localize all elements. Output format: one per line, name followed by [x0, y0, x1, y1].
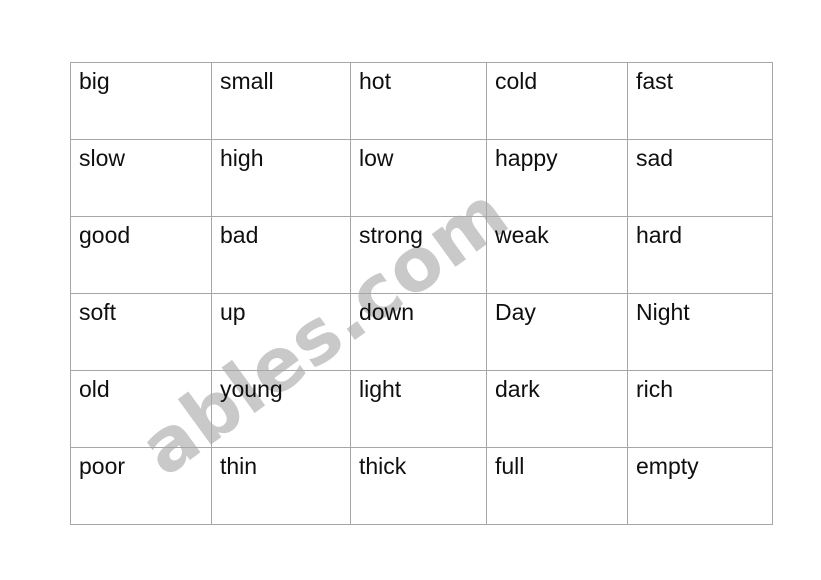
word-cell[interactable]: happy — [486, 139, 628, 217]
worksheet-page: ables.com big small hot cold fast slow h… — [0, 0, 821, 580]
word-cell[interactable]: bad — [211, 216, 351, 294]
word-cell[interactable]: thin — [211, 447, 351, 525]
opposites-word-table: big small hot cold fast slow high low ha… — [70, 62, 773, 525]
word-cell[interactable]: up — [211, 293, 351, 371]
word-cell[interactable]: empty — [627, 447, 773, 525]
word-cell[interactable]: cold — [486, 62, 628, 140]
word-cell[interactable]: high — [211, 139, 351, 217]
word-cell[interactable]: poor — [70, 447, 212, 525]
word-cell[interactable]: good — [70, 216, 212, 294]
word-cell[interactable]: big — [70, 62, 212, 140]
table-row: slow high low happy sad — [70, 139, 773, 217]
word-cell[interactable]: fast — [627, 62, 773, 140]
word-cell[interactable]: Night — [627, 293, 773, 371]
word-cell[interactable]: young — [211, 370, 351, 448]
word-cell[interactable]: Day — [486, 293, 628, 371]
word-cell[interactable]: small — [211, 62, 351, 140]
word-cell[interactable]: slow — [70, 139, 212, 217]
table-row: soft up down Day Night — [70, 293, 773, 371]
word-cell[interactable]: light — [350, 370, 487, 448]
word-cell[interactable]: strong — [350, 216, 487, 294]
table-row: big small hot cold fast — [70, 62, 773, 140]
word-cell[interactable]: full — [486, 447, 628, 525]
word-cell[interactable]: sad — [627, 139, 773, 217]
word-cell[interactable]: rich — [627, 370, 773, 448]
word-cell[interactable]: soft — [70, 293, 212, 371]
word-cell[interactable]: old — [70, 370, 212, 448]
word-cell[interactable]: hard — [627, 216, 773, 294]
word-cell[interactable]: down — [350, 293, 487, 371]
table-row: poor thin thick full empty — [70, 447, 773, 525]
table-row: good bad strong weak hard — [70, 216, 773, 294]
word-cell[interactable]: weak — [486, 216, 628, 294]
word-cell[interactable]: thick — [350, 447, 487, 525]
word-cell[interactable]: hot — [350, 62, 487, 140]
word-cell[interactable]: dark — [486, 370, 628, 448]
table-row: old young light dark rich — [70, 370, 773, 448]
word-cell[interactable]: low — [350, 139, 487, 217]
